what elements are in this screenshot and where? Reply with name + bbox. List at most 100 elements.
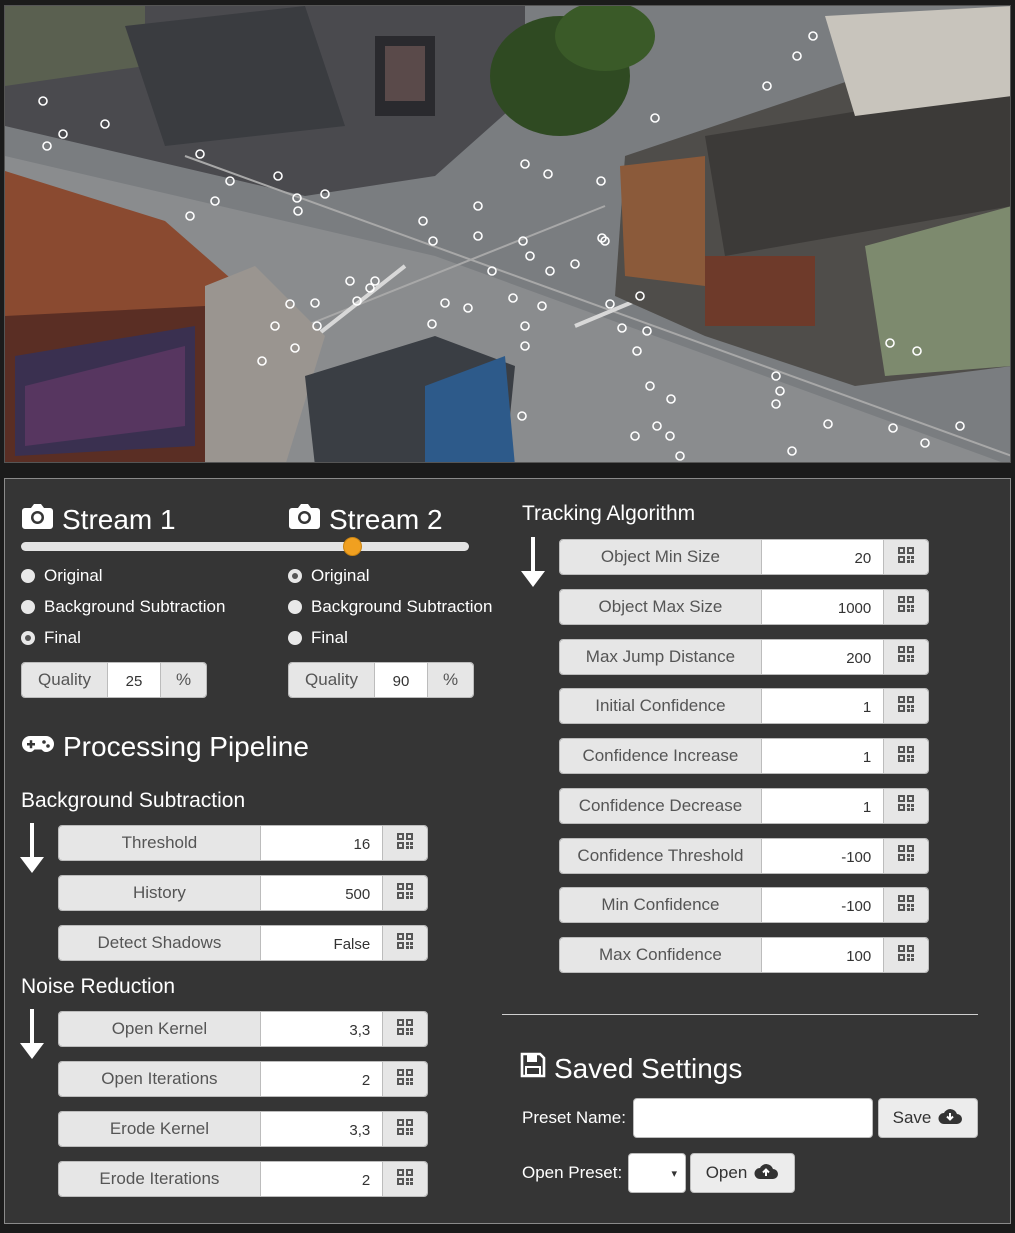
stream2-option-original[interactable]: Original [288, 565, 492, 587]
param-label: Threshold [59, 826, 261, 860]
qrcode-icon [898, 745, 915, 767]
qrcode-icon [397, 1068, 414, 1090]
param-qr-button[interactable] [382, 1062, 427, 1096]
param-value-input[interactable]: 1 [761, 788, 884, 823]
param-value-input[interactable]: 2 [260, 1062, 383, 1096]
stream2-option-final[interactable]: Final [288, 627, 492, 649]
param-label: Open Kernel [59, 1012, 261, 1046]
processing-pipeline-heading: Processing Pipeline [21, 731, 309, 763]
param-threshold: Threshold 16 [58, 825, 428, 861]
param-value-input[interactable]: False [260, 926, 383, 960]
param-label: Object Min Size [560, 540, 762, 574]
param-qr-button[interactable] [883, 689, 928, 724]
param-label: Open Iterations [59, 1062, 261, 1096]
param-value-input[interactable]: 1 [761, 689, 884, 724]
qrcode-icon [397, 882, 414, 904]
param-label: Confidence Threshold [560, 838, 762, 873]
param-qr-button[interactable] [883, 540, 928, 574]
param-label: Object Max Size [560, 589, 762, 624]
stream1-option-background-subtraction[interactable]: Background Subtraction [21, 596, 225, 618]
param-qr-button[interactable] [382, 1162, 427, 1196]
param-history: History 500 [58, 875, 428, 911]
gamepad-icon [21, 731, 55, 763]
stream-mix-slider[interactable] [21, 542, 469, 551]
saved-settings-heading: Saved Settings [520, 1052, 742, 1085]
open-button[interactable]: Open [690, 1153, 795, 1193]
percent-unit: % [160, 663, 206, 697]
param-value-input[interactable]: -100 [761, 888, 884, 923]
param-value-input[interactable]: 20 [761, 540, 884, 574]
param-qr-button[interactable] [883, 788, 928, 823]
qrcode-icon [898, 695, 915, 717]
param-label: Erode Kernel [59, 1112, 261, 1146]
qrcode-icon [397, 1168, 414, 1190]
radio-button[interactable] [288, 631, 302, 645]
param-detect-shadows: Detect Shadows False [58, 925, 428, 961]
qrcode-icon [898, 596, 915, 617]
param-value-input[interactable]: 500 [260, 876, 383, 910]
preset-name-label: Preset Name: [522, 1108, 626, 1127]
stream1-quality-input[interactable]: 25 [108, 663, 160, 697]
stream2-quality-input[interactable]: 90 [375, 663, 427, 697]
qrcode-icon [397, 832, 414, 854]
param-qr-button[interactable] [382, 1012, 427, 1046]
param-qr-button[interactable] [883, 938, 928, 972]
video-feed [4, 5, 1011, 463]
stream1-quality: Quality 25 % [21, 662, 207, 698]
percent-unit: % [427, 663, 473, 697]
open-preset-select[interactable]: ▾ [628, 1153, 686, 1193]
param-qr-button[interactable] [883, 589, 928, 624]
param-value-input[interactable]: 1000 [761, 589, 884, 624]
param-qr-button[interactable] [382, 876, 427, 910]
stream1-title: Stream 1 [62, 503, 176, 535]
radio-button-selected[interactable] [21, 631, 35, 645]
radio-button-selected[interactable] [288, 569, 302, 583]
stream1-heading: Stream 1 [21, 502, 176, 537]
param-erode-iterations: Erode Iterations 2 [58, 1161, 428, 1197]
param-qr-button[interactable] [883, 838, 928, 873]
param-value-input[interactable]: 100 [761, 938, 884, 972]
param-value-input[interactable]: 3,3 [260, 1112, 383, 1146]
arrow-down-icon [521, 537, 545, 594]
pipeline-title: Processing Pipeline [63, 731, 309, 762]
param-value-input[interactable]: 200 [761, 639, 884, 674]
stream2-option-background-subtraction[interactable]: Background Subtraction [288, 596, 492, 618]
param-value-input[interactable]: -100 [761, 838, 884, 873]
param-qr-button[interactable] [382, 826, 427, 860]
radio-button[interactable] [21, 569, 35, 583]
param-qr-button[interactable] [883, 739, 928, 773]
param-label: Confidence Decrease [560, 788, 762, 823]
param-value-input[interactable]: 2 [260, 1162, 383, 1196]
param-value-input[interactable]: 16 [260, 826, 383, 860]
qrcode-icon [898, 646, 915, 667]
param-qr-button[interactable] [382, 1112, 427, 1146]
radio-button[interactable] [21, 600, 35, 614]
qrcode-icon [397, 932, 414, 954]
param-value-input[interactable]: 1 [761, 739, 884, 773]
param-label: Min Confidence [560, 888, 762, 923]
param-label: Erode Iterations [59, 1162, 261, 1196]
stream2-view-options: Original Background Subtraction Final [288, 565, 492, 649]
qrcode-icon [898, 795, 915, 816]
quality-label: Quality [22, 663, 108, 697]
stream1-option-original[interactable]: Original [21, 565, 225, 587]
preset-name-input[interactable] [633, 1098, 873, 1138]
param-object-max-size: Object Max Size 1000 [559, 588, 929, 625]
radio-button[interactable] [288, 600, 302, 614]
camera-icon [21, 502, 54, 537]
stream-mix-slider-knob[interactable] [342, 537, 362, 556]
param-qr-button[interactable] [883, 888, 928, 923]
stream1-option-final[interactable]: Final [21, 627, 225, 649]
param-label: Initial Confidence [560, 689, 762, 724]
param-value-input[interactable]: 3,3 [260, 1012, 383, 1046]
qrcode-icon [898, 894, 915, 916]
param-qr-button[interactable] [382, 926, 427, 960]
open-preset-label: Open Preset: [522, 1163, 623, 1182]
param-qr-button[interactable] [883, 639, 928, 674]
camera-icon [288, 502, 321, 537]
param-object-min-size: Object Min Size 20 [559, 539, 929, 575]
arrow-down-icon [20, 823, 44, 880]
param-min-confidence: Min Confidence -100 [559, 887, 929, 924]
qrcode-icon [898, 546, 915, 568]
save-button[interactable]: Save [878, 1098, 978, 1138]
